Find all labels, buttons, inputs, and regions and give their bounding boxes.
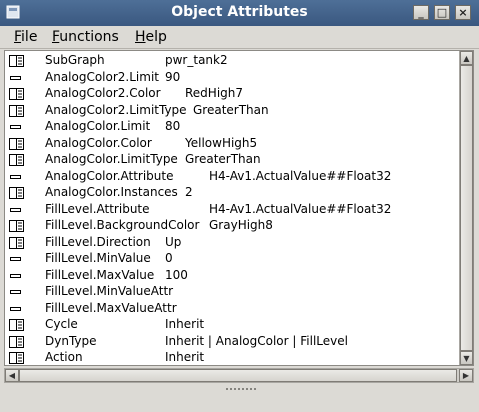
close-icon: × [458, 6, 468, 19]
horizontal-scrollbar[interactable]: ◀ ▶ [4, 368, 474, 383]
arrow-left-icon: ◀ [8, 371, 16, 380]
attribute-value[interactable]: RedHigh7 [185, 85, 243, 101]
close-button[interactable]: × [455, 5, 471, 20]
dash-icon [10, 273, 21, 278]
attribute-value[interactable]: Inherit [165, 316, 204, 332]
edit-icon [9, 55, 24, 67]
attribute-name: AnalogColor2.LimitType [45, 102, 187, 117]
edit-icon [9, 236, 24, 249]
attribute-name: AnalogColor.Instances [45, 185, 178, 199]
dash-icon [10, 125, 21, 129]
attribute-value[interactable]: H4-Av1.ActualValue##Float32 [209, 168, 391, 184]
edit-icon [9, 319, 24, 331]
edit-icon [9, 88, 24, 100]
attribute-value[interactable]: YellowHigh5 [185, 135, 257, 151]
attribute-name: FillLevel.Direction [45, 234, 151, 249]
scroll-thumb-horizontal[interactable] [19, 369, 457, 382]
menu-help[interactable]: Help [135, 29, 167, 45]
dash-icon [10, 257, 21, 261]
edit-icon [9, 220, 24, 232]
attribute-name: AnalogColor.Color [45, 135, 152, 150]
dash-icon [10, 306, 21, 311]
attribute-name: FillLevel.Attribute [45, 201, 150, 216]
attribute-name: FillLevel.MaxValue [45, 267, 155, 282]
minimize-button[interactable]: _ [413, 5, 429, 20]
maximize-button[interactable]: □ [434, 5, 450, 20]
arrow-up-icon: ▲ [463, 53, 470, 63]
dash-icon [10, 207, 21, 212]
scroll-thumb[interactable] [460, 65, 473, 351]
scroll-down-button[interactable]: ▼ [460, 351, 473, 365]
attribute-value[interactable]: GreaterThan [185, 151, 261, 167]
minimize-icon: _ [418, 6, 424, 19]
scroll-left-button[interactable]: ◀ [5, 369, 19, 382]
attribute-value[interactable]: GreaterThan [193, 102, 269, 118]
dash-icon [10, 174, 21, 179]
attribute-name: FillLevel.MaxValueAttr [45, 300, 177, 315]
scroll-right-button[interactable]: ▶ [459, 369, 473, 382]
attribute-name: Action [45, 350, 83, 364]
attribute-value[interactable]: Inherit | AnalogColor | FillLevel [165, 333, 348, 349]
attribute-value[interactable]: Up [165, 234, 181, 250]
arrow-right-icon: ▶ [462, 371, 470, 380]
attribute-list: SubGraph pwr_tank2 AnalogColor2.Limit 90 Ana… [4, 50, 474, 366]
attribute-value[interactable]: 2 [185, 184, 193, 200]
edit-icon [9, 154, 24, 166]
attribute-name: FillLevel.MinValue [45, 251, 151, 265]
attribute-value[interactable]: 80 [165, 118, 180, 134]
attribute-value[interactable]: Inherit [165, 349, 204, 365]
attribute-value[interactable]: GrayHigh8 [209, 217, 273, 233]
attribute-value[interactable]: 90 [165, 69, 180, 85]
edit-icon [9, 104, 24, 117]
attribute-name: SubGraph [45, 53, 105, 67]
vertical-scrollbar[interactable]: ▲ ▼ [459, 51, 473, 365]
attribute-value[interactable]: 100 [165, 267, 188, 283]
edit-icon [9, 137, 24, 150]
attribute-name: Cycle [45, 317, 78, 331]
maximize-icon: □ [436, 6, 448, 19]
attribute-name: AnalogColor2.Color [45, 86, 161, 100]
edit-icon [9, 335, 24, 348]
menu-file[interactable]: File [14, 29, 37, 45]
arrow-down-icon: ▼ [463, 353, 470, 363]
edit-icon [9, 187, 24, 199]
attribute-value[interactable]: H4-Av1.ActualValue##Float32 [209, 201, 391, 217]
attribute-name: AnalogColor2.Limit [45, 69, 159, 84]
dash-icon [10, 290, 21, 294]
attribute-name: FillLevel.MinValueAttr [45, 284, 174, 298]
attribute-name: AnalogColor.Limit [45, 119, 151, 133]
scroll-up-button[interactable]: ▲ [460, 51, 473, 65]
edit-icon [9, 352, 24, 364]
resize-grip[interactable] [225, 387, 257, 391]
attribute-name: AnalogColor.Attribute [45, 168, 174, 183]
menu-functions[interactable]: Functions [52, 29, 119, 45]
attribute-name: FillLevel.BackgroundColor [45, 218, 200, 232]
attribute-value[interactable]: 0 [165, 250, 173, 266]
window-title: Object Attributes [171, 4, 308, 20]
attribute-name: AnalogColor.LimitType [45, 152, 178, 166]
dash-icon [10, 75, 21, 80]
title-bar: Object Attributes _ □ × [0, 0, 479, 26]
attribute-value[interactable]: pwr_tank2 [165, 52, 228, 68]
attribute-name: DynType [45, 333, 97, 348]
menu-bar: File Functions Help [0, 26, 479, 49]
